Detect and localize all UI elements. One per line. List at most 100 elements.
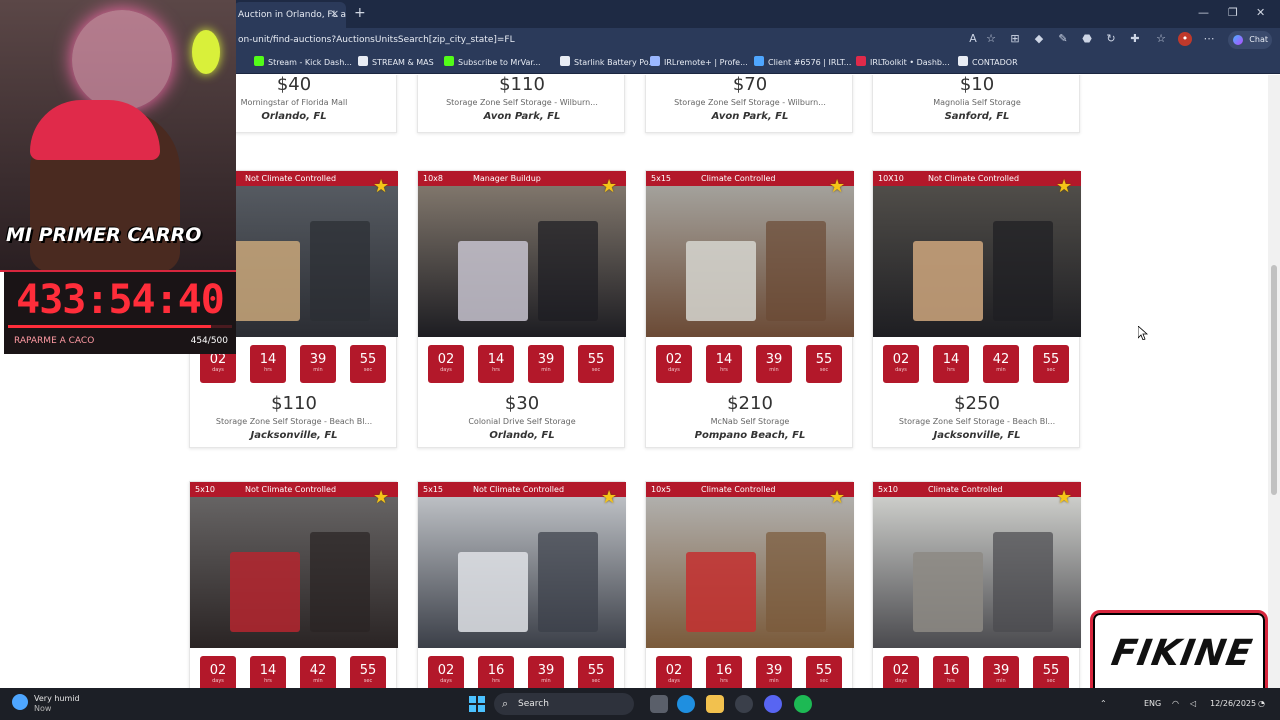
bookmark-item[interactable]: Stream - Kick Dash... <box>254 52 352 74</box>
unit-photo[interactable]: 5x15 Climate Controlled ★ <box>646 171 854 337</box>
auction-card-summary[interactable]: $70 Storage Zone Self Storage - Wilburn..… <box>645 75 853 133</box>
countdown-value: 55 <box>587 352 605 367</box>
favorites-icon[interactable]: ☆ <box>1154 32 1168 46</box>
unit-ribbon: 10x5 Climate Controlled <box>646 482 854 497</box>
favorite-star-icon[interactable]: ☆ <box>984 32 998 46</box>
windows-start-icon[interactable] <box>469 696 485 712</box>
climate-label: Manager Buildup <box>473 174 541 183</box>
page-scrollbar[interactable] <box>1268 75 1280 688</box>
countdown-box: 42 min <box>983 345 1019 383</box>
unit-size: 10X10 <box>878 174 904 183</box>
unit-photo[interactable]: 10x5 Climate Controlled ★ <box>646 482 854 648</box>
refresh-ext-icon[interactable]: ↻ <box>1104 32 1118 46</box>
auction-card[interactable]: 10x5 Climate Controlled ★ 02 days 16 hrs 39 min 5… <box>645 481 854 688</box>
countdown-box: 02 days <box>656 656 692 688</box>
favorite-star-icon[interactable]: ★ <box>829 489 847 507</box>
pen-icon[interactable]: ✎ <box>1056 32 1070 46</box>
url-input[interactable]: on-unit/find-auctions?AuctionsUnitsSearc… <box>238 28 515 52</box>
bookmark-favicon-icon <box>958 56 968 66</box>
edge-browser-icon[interactable] <box>677 695 695 713</box>
shield-icon[interactable]: ⬣ <box>1080 32 1094 46</box>
auction-card[interactable]: 5x15 Climate Controlled ★ 02 days 14 hrs 39 min 5… <box>645 170 854 448</box>
more-menu-icon[interactable]: ⋯ <box>1202 32 1216 46</box>
countdown-value: 55 <box>1042 663 1060 678</box>
bookmark-item[interactable]: IRLremote+ | Profe... <box>650 52 748 74</box>
unit-photo[interactable]: 5x10 Not Climate Controlled ★ <box>190 482 398 648</box>
language-indicator[interactable]: ENG <box>1144 688 1161 720</box>
notification-bell-icon[interactable]: ◔ <box>1258 688 1265 720</box>
auction-card[interactable]: 5x15 Not Climate Controlled ★ 02 days 16 hrs 39… <box>417 481 626 688</box>
unit-size: 10x5 <box>651 485 672 494</box>
countdown-timer: 02 days 16 hrs 39 min 55 sec <box>428 656 616 688</box>
unit-size: 5x15 <box>423 485 444 494</box>
unit-photo[interactable]: 5x10 Climate Controlled ★ <box>873 482 1081 648</box>
unit-photo[interactable]: 10x8 Manager Buildup ★ <box>418 171 626 337</box>
countdown-unit: min <box>769 678 779 684</box>
unit-ribbon: 5x15 Climate Controlled <box>646 171 854 186</box>
bookmark-item[interactable]: STREAM & MAS <box>358 52 434 74</box>
diamond-icon[interactable]: ◆ <box>1032 32 1046 46</box>
unit-photo[interactable]: 10X10 Not Climate Controlled ★ <box>873 171 1081 337</box>
fikine-logo: FIKINE <box>1090 610 1268 698</box>
favorite-star-icon[interactable]: ★ <box>373 489 391 507</box>
puzzle-icon[interactable]: ✚ <box>1128 32 1142 46</box>
countdown-box: 16 hrs <box>706 656 742 688</box>
climate-label: Climate Controlled <box>701 174 776 183</box>
countdown-value: 16 <box>942 663 960 678</box>
settings-gear-icon[interactable] <box>735 695 753 713</box>
countdown-value: 14 <box>259 663 277 678</box>
countdown-unit: min <box>769 367 779 373</box>
bookmark-item[interactable]: CONTADOR <box>958 52 1018 74</box>
extension-icon[interactable]: ⊞ <box>1008 32 1022 46</box>
bookmark-item[interactable]: Client #6576 | IRLT... <box>754 52 851 74</box>
taskbar-search[interactable]: ⌕ Search <box>494 693 634 715</box>
countdown-value: 16 <box>715 663 733 678</box>
auction-card[interactable]: 10x8 Manager Buildup ★ 02 days 14 hrs 39 min 55 se… <box>417 170 626 448</box>
auction-card-summary[interactable]: $110 Storage Zone Self Storage - Wilburn.… <box>417 75 625 133</box>
new-tab-icon[interactable]: + <box>354 5 366 21</box>
minimize-icon[interactable]: — <box>1198 6 1209 19</box>
discord-icon[interactable] <box>764 695 782 713</box>
bookmark-item[interactable]: Subscribe to MrVar... <box>444 52 541 74</box>
bookmark-item[interactable]: IRLToolkit • Dashb... <box>856 52 950 74</box>
favorite-star-icon[interactable]: ★ <box>829 178 847 196</box>
file-explorer-icon[interactable] <box>706 695 724 713</box>
countdown-box: 39 min <box>756 656 792 688</box>
webcam-overlay: MI PRIMER CARRO <box>0 0 236 272</box>
maximize-icon[interactable]: ❐ <box>1228 6 1238 19</box>
favorite-star-icon[interactable]: ★ <box>1056 178 1074 196</box>
scrollbar-thumb[interactable] <box>1271 265 1277 495</box>
countdown-unit: min <box>996 678 1006 684</box>
auction-card[interactable]: 10X10 Not Climate Controlled ★ 02 days 14 hrs 4… <box>872 170 1081 448</box>
auction-card[interactable]: 5x10 Climate Controlled ★ 02 days 16 hrs 39 min 5… <box>872 481 1081 688</box>
copilot-chat-button[interactable]: Chat <box>1228 31 1272 49</box>
wifi-icon[interactable]: ◠ <box>1172 688 1179 720</box>
favorite-star-icon[interactable]: ★ <box>601 489 619 507</box>
auction-card-summary[interactable]: $10 Magnolia Self Storage Sanford, FL <box>872 75 1080 133</box>
countdown-timer: 02 days 14 hrs 39 min 55 sec <box>656 345 844 383</box>
favorite-star-icon[interactable]: ★ <box>1056 489 1074 507</box>
tab-close-icon[interactable]: × <box>330 7 339 20</box>
countdown-unit: sec <box>819 367 829 373</box>
volume-icon[interactable]: ◁ <box>1190 688 1196 720</box>
tray-chevron-icon[interactable]: ⌃ <box>1100 688 1107 720</box>
favorite-star-icon[interactable]: ★ <box>601 178 619 196</box>
countdown-unit: hrs <box>720 678 728 684</box>
task-view-icon[interactable] <box>650 695 668 713</box>
clock-date[interactable]: 12/26/2025 <box>1210 688 1256 720</box>
countdown-timer: 02 days 16 hrs 39 min 55 sec <box>656 656 844 688</box>
climate-label: Not Climate Controlled <box>245 174 337 183</box>
unit-photo[interactable]: 5x15 Not Climate Controlled ★ <box>418 482 626 648</box>
stream-banner-text: MI PRIMER CARRO <box>6 224 202 246</box>
countdown-unit: days <box>668 367 680 373</box>
auction-card[interactable]: 5x10 Not Climate Controlled ★ 02 days 14 hrs 42… <box>189 481 398 688</box>
read-aloud-icon[interactable]: A <box>966 32 980 46</box>
favorite-star-icon[interactable]: ★ <box>373 178 391 196</box>
screen: Auction in Orlando, FL at × + — ❐ ✕ on-u… <box>0 0 1280 720</box>
bookmark-item[interactable]: Starlink Battery Po... <box>560 52 656 74</box>
copilot-icon <box>1233 35 1243 45</box>
profile-avatar-icon[interactable]: • <box>1178 32 1192 46</box>
spotify-icon[interactable] <box>794 695 812 713</box>
countdown-unit: min <box>541 367 551 373</box>
close-window-icon[interactable]: ✕ <box>1256 6 1265 19</box>
